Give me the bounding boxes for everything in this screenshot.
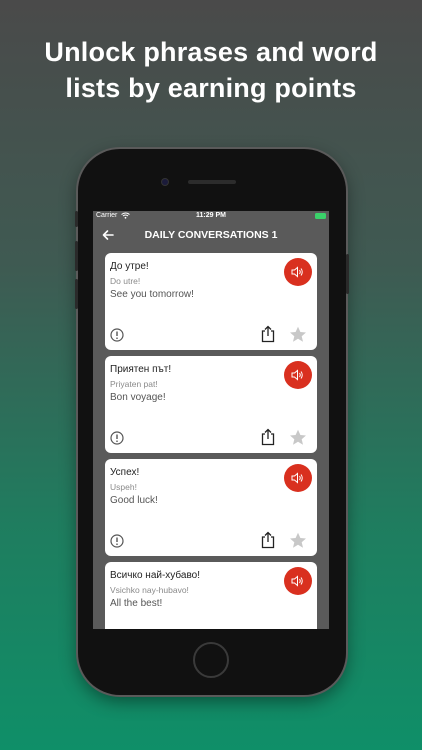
phrase-translation: See you tomorrow! <box>110 289 194 300</box>
phrase-native: Успех! <box>110 467 140 478</box>
speaker-icon <box>291 266 303 278</box>
phrase-card[interactable]: До утре! Do utre! See you tomorrow! <box>105 253 317 350</box>
volume-down-button <box>75 279 78 309</box>
page-title: DAILY CONVERSATIONS 1 <box>144 229 278 241</box>
star-icon[interactable] <box>289 326 307 343</box>
report-icon[interactable] <box>110 534 124 548</box>
phrase-card[interactable]: Приятен път! Priyaten pat! Bon voyage! <box>105 356 317 453</box>
speaker-icon <box>291 472 303 484</box>
play-audio-button[interactable] <box>284 567 312 595</box>
phrase-transliteration: Do utre! <box>110 276 141 286</box>
phrase-translation: Good luck! <box>110 495 158 506</box>
share-icon[interactable] <box>260 428 276 446</box>
share-icon[interactable] <box>260 325 276 343</box>
promo-headline: Unlock phrases and word lists by earning… <box>44 37 378 103</box>
battery-icon <box>315 213 326 219</box>
share-icon[interactable] <box>260 531 276 549</box>
star-icon[interactable] <box>289 429 307 446</box>
star-icon[interactable] <box>289 532 307 549</box>
phrase-transliteration: Priyaten pat! <box>110 379 158 389</box>
phrase-card[interactable]: Всичко най-хубаво! Vsichko nay-hubavo! A… <box>105 562 317 629</box>
front-camera <box>162 179 168 185</box>
play-audio-button[interactable] <box>284 258 312 286</box>
phrase-native: Приятен път! <box>110 364 172 375</box>
nav-bar: DAILY CONVERSATIONS 1 <box>93 222 329 248</box>
app-screen: Carrier 11:29 PM DAILY CONVERSATIONS 1 Д… <box>93 211 329 629</box>
status-bar: Carrier 11:29 PM <box>93 211 329 222</box>
phrase-native: Всичко най-хубаво! <box>110 570 201 581</box>
volume-up-button <box>75 241 78 271</box>
status-time: 11:29 PM <box>196 212 226 219</box>
mute-switch <box>75 211 78 227</box>
phrase-translation: Bon voyage! <box>110 392 166 403</box>
earpiece-speaker <box>188 180 236 184</box>
report-icon[interactable] <box>110 431 124 445</box>
play-audio-button[interactable] <box>284 464 312 492</box>
report-icon[interactable] <box>110 328 124 342</box>
power-button <box>346 254 349 294</box>
phrase-card[interactable]: Успех! Uspeh! Good luck! <box>105 459 317 556</box>
phrase-transliteration: Vsichko nay-hubavo! <box>110 585 189 595</box>
phrase-translation: All the best! <box>110 598 163 609</box>
phone-frame: Carrier 11:29 PM DAILY CONVERSATIONS 1 Д… <box>75 149 349 695</box>
phrase-transliteration: Uspeh! <box>110 482 137 492</box>
play-audio-button[interactable] <box>284 361 312 389</box>
speaker-icon <box>291 575 303 587</box>
phrase-native: До утре! <box>110 261 149 272</box>
home-button[interactable] <box>193 642 229 678</box>
speaker-icon <box>291 369 303 381</box>
